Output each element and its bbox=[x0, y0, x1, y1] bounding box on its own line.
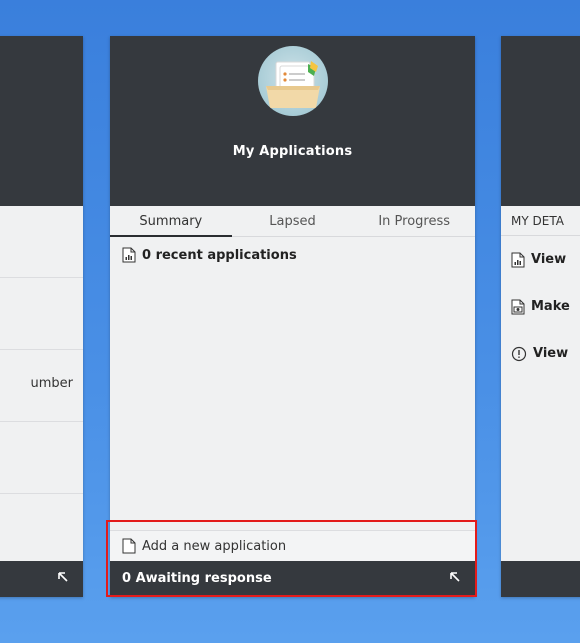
expand-arrow-icon[interactable] bbox=[57, 571, 69, 583]
awaiting-response-status: 0 Awaiting response bbox=[122, 571, 272, 586]
report-chart-icon bbox=[122, 247, 136, 263]
right-item-view-report[interactable]: View bbox=[501, 236, 580, 283]
left-row[interactable] bbox=[0, 494, 83, 566]
left-row[interactable] bbox=[0, 278, 83, 350]
left-row-label: umber bbox=[30, 376, 74, 391]
left-row[interactable] bbox=[0, 422, 83, 494]
tab-in-progress[interactable]: In Progress bbox=[353, 206, 475, 236]
card-left: umber bbox=[0, 36, 83, 597]
application-folder-icon bbox=[258, 46, 328, 116]
document-camera-icon bbox=[511, 299, 525, 315]
alert-circle-icon bbox=[511, 346, 527, 362]
card-footer[interactable]: 0 Awaiting response bbox=[110, 561, 475, 597]
card-right: MY DETA View Make View bbox=[501, 36, 580, 597]
expand-arrow-icon[interactable] bbox=[449, 571, 461, 583]
card-header: My Applications bbox=[110, 36, 475, 206]
tab-summary-label: Summary bbox=[139, 214, 203, 229]
right-item-label: View bbox=[531, 252, 567, 267]
left-row[interactable]: umber bbox=[0, 350, 83, 422]
right-item-label: Make bbox=[531, 299, 570, 314]
tab-summary[interactable]: Summary bbox=[110, 206, 232, 237]
tab-in-progress-label: In Progress bbox=[378, 214, 451, 229]
left-row[interactable] bbox=[0, 206, 83, 278]
recent-applications-summary: 0 recent applications bbox=[110, 237, 475, 273]
right-item-view-alert[interactable]: View bbox=[501, 330, 580, 377]
tab-bar: Summary Lapsed In Progress bbox=[110, 206, 475, 237]
tab-lapsed-label: Lapsed bbox=[269, 214, 316, 229]
card-left-footer[interactable] bbox=[0, 561, 83, 597]
right-item-label: View bbox=[533, 346, 569, 361]
my-details-heading: MY DETA bbox=[501, 206, 580, 236]
recent-applications-count: 0 recent applications bbox=[142, 247, 297, 263]
card-right-footer[interactable] bbox=[501, 561, 580, 597]
right-item-make[interactable]: Make bbox=[501, 283, 580, 330]
card-left-header bbox=[0, 36, 83, 206]
card-right-header bbox=[501, 36, 580, 206]
document-icon bbox=[122, 538, 136, 554]
add-new-application-button[interactable]: Add a new application bbox=[110, 530, 475, 561]
my-applications-card: My Applications Summary Lapsed In Progre… bbox=[110, 36, 475, 597]
tab-lapsed[interactable]: Lapsed bbox=[232, 206, 354, 236]
add-new-application-label: Add a new application bbox=[142, 538, 287, 554]
card-title: My Applications bbox=[232, 144, 353, 159]
report-chart-icon bbox=[511, 252, 525, 268]
